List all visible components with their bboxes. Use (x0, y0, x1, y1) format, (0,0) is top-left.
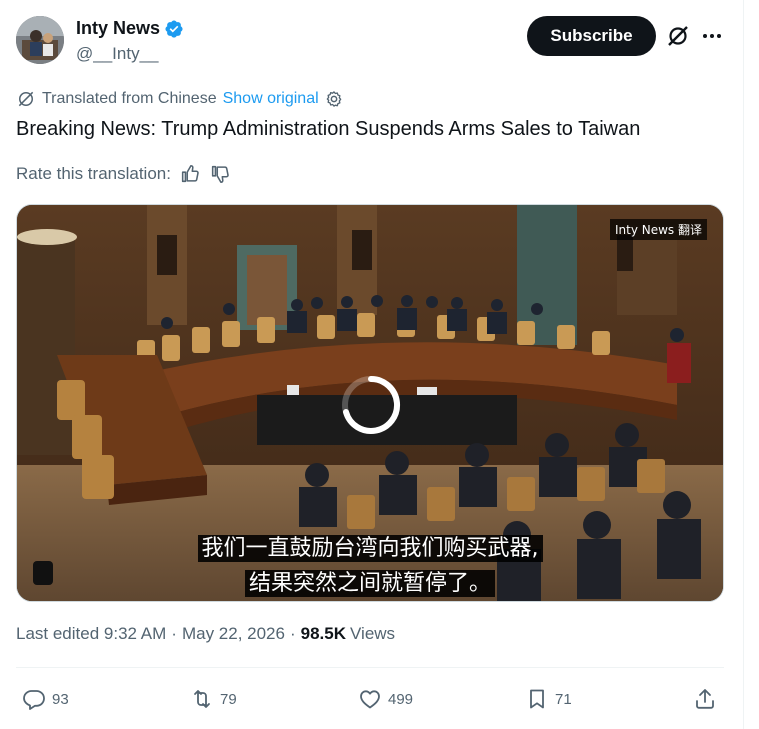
translation-note: Translated from Chinese (42, 90, 217, 107)
avatar[interactable] (16, 16, 64, 64)
heart-icon (360, 690, 380, 709)
views-label: Views (350, 624, 396, 643)
video-control-indicator[interactable] (33, 561, 53, 585)
like-count: 499 (388, 690, 414, 708)
last-edited[interactable]: Last edited 9:32 AM (16, 624, 166, 644)
like-button[interactable]: 499 (358, 686, 413, 712)
meta-separator: · (171, 624, 177, 643)
timeline-border (743, 0, 744, 729)
show-original-link[interactable]: Show original (223, 90, 319, 108)
grok-icon[interactable] (666, 24, 690, 48)
repost-icon (194, 690, 210, 708)
bookmark-button[interactable]: 71 (525, 686, 572, 712)
verified-badge-icon (165, 19, 183, 38)
tweet-meta: Last edited 9:32 AM · May 22, 2026 · 98.… (16, 624, 395, 644)
video-watermark: Inty News 翻译 (609, 219, 707, 240)
translate-icon (18, 91, 34, 107)
author-name-row[interactable]: Inty News (76, 18, 184, 39)
subscribe-button[interactable]: Subscribe (527, 16, 656, 56)
views-count: 98.5K (300, 624, 347, 643)
share-button[interactable] (693, 686, 717, 712)
thumbs-up-icon[interactable] (179, 163, 201, 185)
share-icon (696, 689, 714, 709)
rate-translation-label: Rate this translation: (16, 164, 171, 183)
bookmark-count: 71 (555, 690, 572, 708)
rate-translation-row: Rate this translation: (16, 162, 231, 186)
gear-icon[interactable] (324, 89, 344, 109)
author-handle[interactable]: @__Inty__ (76, 44, 158, 64)
video-subtitle-line-1: 我们一直鼓励台湾向我们购买武器, (17, 530, 723, 562)
tweet-date[interactable]: May 22, 2026 (182, 624, 285, 644)
repost-button[interactable]: 79 (190, 686, 237, 712)
translation-note-row: Translated from Chinese Show original (16, 88, 344, 110)
repost-count: 79 (220, 690, 237, 708)
bookmark-icon (530, 689, 544, 709)
more-options-icon[interactable] (700, 24, 724, 48)
reply-count: 93 (52, 690, 69, 708)
video-player[interactable]: Inty News 翻译 我们一直鼓励台湾向我们购买武器, 结果突然之间就暂停了… (16, 204, 724, 602)
meta-separator: · (289, 624, 296, 643)
thumbs-down-icon[interactable] (209, 163, 231, 185)
video-subtitle-line-2: 结果突然之间就暂停了。 (17, 565, 723, 597)
reply-icon (23, 690, 45, 710)
author-name[interactable]: Inty News (76, 18, 160, 39)
divider (16, 667, 724, 668)
tweet-text: Breaking News: Trump Administration Susp… (16, 118, 641, 140)
reply-button[interactable]: 93 (22, 686, 69, 712)
avatar-photo (16, 16, 64, 64)
